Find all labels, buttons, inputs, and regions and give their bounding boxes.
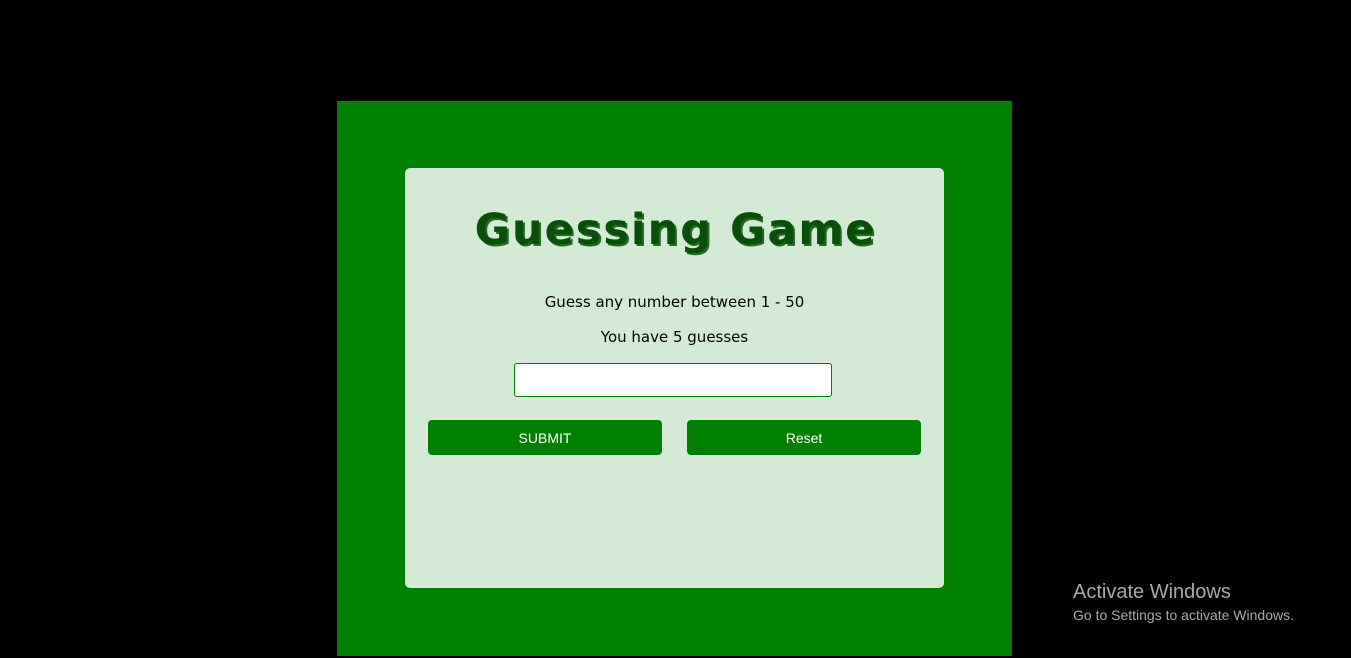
range-instruction: Guess any number between 1 - 50	[544, 293, 805, 311]
game-title: Guessing Game	[474, 205, 877, 255]
watermark-title: Activate Windows	[1073, 581, 1231, 603]
activate-windows-watermark: Activate Windows Go to Settings to activ…	[1073, 580, 1294, 626]
guess-input[interactable]	[514, 363, 832, 397]
page: Guess any number between 1 - 50 You have…	[0, 0, 1351, 658]
guesses-remaining: You have 5 guesses	[600, 328, 749, 346]
submit-button[interactable]: SUBMIT	[428, 420, 662, 455]
reset-button[interactable]: Reset	[687, 420, 921, 455]
watermark-subtitle: Go to Settings to activate Windows.	[1073, 607, 1294, 623]
